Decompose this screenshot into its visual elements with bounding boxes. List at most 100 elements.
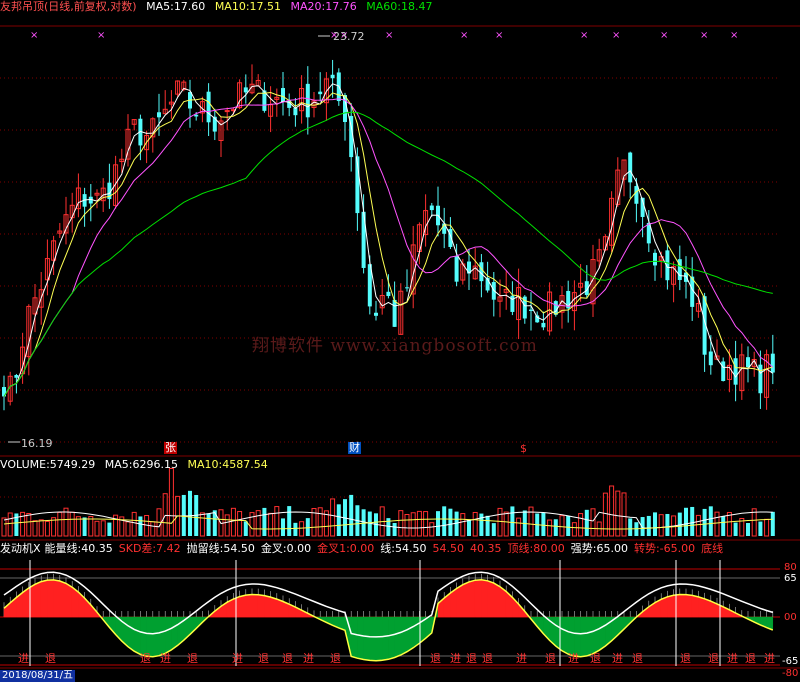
volume-bar xyxy=(733,522,738,536)
candle-body xyxy=(721,361,726,382)
volume-bar xyxy=(479,513,484,536)
zs-label: 转势: xyxy=(633,542,660,555)
volume-bar xyxy=(336,504,341,536)
volume-bar xyxy=(467,519,471,536)
volume-bar xyxy=(107,522,112,536)
volume-bar xyxy=(32,520,38,537)
axis-00: 00 xyxy=(784,612,797,623)
x-marker: × xyxy=(385,30,393,41)
indicator-area xyxy=(598,616,606,651)
volume-bar xyxy=(764,518,770,537)
signal-label-tui: 退 xyxy=(282,652,293,665)
volume-bar xyxy=(162,493,168,537)
indicator-area xyxy=(660,596,668,618)
watermark: 翔博软件 www.xiangbosoft.com xyxy=(252,336,538,356)
ma60-label: MA60: xyxy=(366,0,401,13)
volume-bar xyxy=(199,512,205,537)
volume-bar xyxy=(1,517,7,537)
indicator-area xyxy=(456,584,464,618)
skd-label: SKD差: xyxy=(118,542,157,555)
ma10-value: 17.51 xyxy=(249,0,282,13)
candle-body xyxy=(206,91,211,123)
indicator-area xyxy=(133,616,141,655)
vol-ma10-label: MA10: xyxy=(187,458,223,471)
indicator-area xyxy=(369,616,377,661)
volume-bar xyxy=(646,515,651,536)
indicator-area xyxy=(251,594,259,618)
candle-body xyxy=(405,287,409,289)
candle-body xyxy=(281,88,285,102)
volume-bar xyxy=(349,494,354,536)
indicator-area xyxy=(394,616,402,658)
signal-label-tui: 退 xyxy=(187,652,198,665)
indicator-area xyxy=(350,616,358,659)
indicator-area xyxy=(673,594,681,618)
indicator-area xyxy=(146,616,154,657)
indicator-area xyxy=(487,580,495,618)
volume-bar xyxy=(714,511,720,537)
indicator-area xyxy=(679,594,687,618)
energy-label: 能量线: xyxy=(44,542,82,555)
zs-value: -65.00 xyxy=(659,542,696,555)
axis-65: 65 xyxy=(784,573,797,584)
v1-value: 54.50 xyxy=(432,542,465,555)
volume-bar xyxy=(436,511,440,536)
vol-ma10-value: 4587.54 xyxy=(222,458,268,471)
dix-label: 底线 xyxy=(701,542,724,555)
volume-value: 5749.29 xyxy=(49,458,96,471)
volume-bar xyxy=(287,506,292,536)
signal-label-tui: 退 xyxy=(45,652,56,665)
volume-bar xyxy=(69,511,75,537)
volume-bar xyxy=(188,490,192,536)
candle-body xyxy=(224,110,230,113)
price-header: 友邦吊顶(日线,前复权,对数) MA5:17.60 MA10:17.51 MA2… xyxy=(0,0,438,14)
volume-bar xyxy=(100,520,106,537)
volume-bar xyxy=(503,511,509,537)
volume-bar xyxy=(330,498,336,537)
indicator-area xyxy=(375,616,383,661)
volume-label: VOLUME: xyxy=(0,458,50,471)
x-marker: × xyxy=(730,30,738,41)
indicator-area xyxy=(555,616,563,652)
x-marker: × xyxy=(700,30,708,41)
volume-header: VOLUME:5749.29 MA5:6296.15 MA10:4587.54 xyxy=(0,458,274,472)
axis-m80: -80 xyxy=(782,668,799,679)
signal-label-jin: 进 xyxy=(18,652,29,665)
volume-bar xyxy=(708,506,713,536)
volume-bar xyxy=(770,511,775,536)
chart-mode: (日线,前复权,对数) xyxy=(44,0,137,13)
candle-body xyxy=(194,114,199,117)
ma20-value: 17.76 xyxy=(325,0,357,13)
volume-bar xyxy=(695,514,701,537)
volume-bar xyxy=(224,514,230,537)
indicator-area xyxy=(34,581,42,618)
candle-body xyxy=(653,252,657,266)
indicator-header: 发动机X 能量线:40.35 SKD差:7.42 抛留线:54.50 金叉:0.00 金叉… xyxy=(0,542,729,556)
candle-body xyxy=(758,364,763,394)
candle-body xyxy=(708,351,713,366)
ma10-label: MA10: xyxy=(214,0,250,13)
candle-body xyxy=(386,291,391,297)
volume-bar xyxy=(293,522,298,536)
high-price-label: 23.72 xyxy=(333,30,365,43)
jc1-value: 0.00 xyxy=(349,542,375,555)
candle-body xyxy=(628,152,633,183)
volume-bar xyxy=(578,513,584,537)
candle-body xyxy=(293,107,298,116)
volume-bar xyxy=(726,512,732,537)
ma20-label: MA20: xyxy=(290,0,326,13)
indicator-area xyxy=(152,616,160,657)
signal-label-jin: 进 xyxy=(764,652,775,665)
candle-body xyxy=(746,357,750,368)
volume-bar xyxy=(628,518,633,536)
volume-bar xyxy=(472,511,478,537)
low-price-label: 16.19 xyxy=(21,437,53,450)
stock-name: 友邦吊顶 xyxy=(0,0,44,13)
ma5-label: MA5: xyxy=(146,0,174,13)
volume-bar xyxy=(38,519,44,537)
tag-zhang[interactable]: 张 xyxy=(164,442,177,454)
tag-s[interactable]: $ xyxy=(520,443,527,455)
tag-cai[interactable]: 财 xyxy=(348,442,361,454)
volume-bar xyxy=(541,512,546,536)
x-marker: × xyxy=(495,30,503,41)
